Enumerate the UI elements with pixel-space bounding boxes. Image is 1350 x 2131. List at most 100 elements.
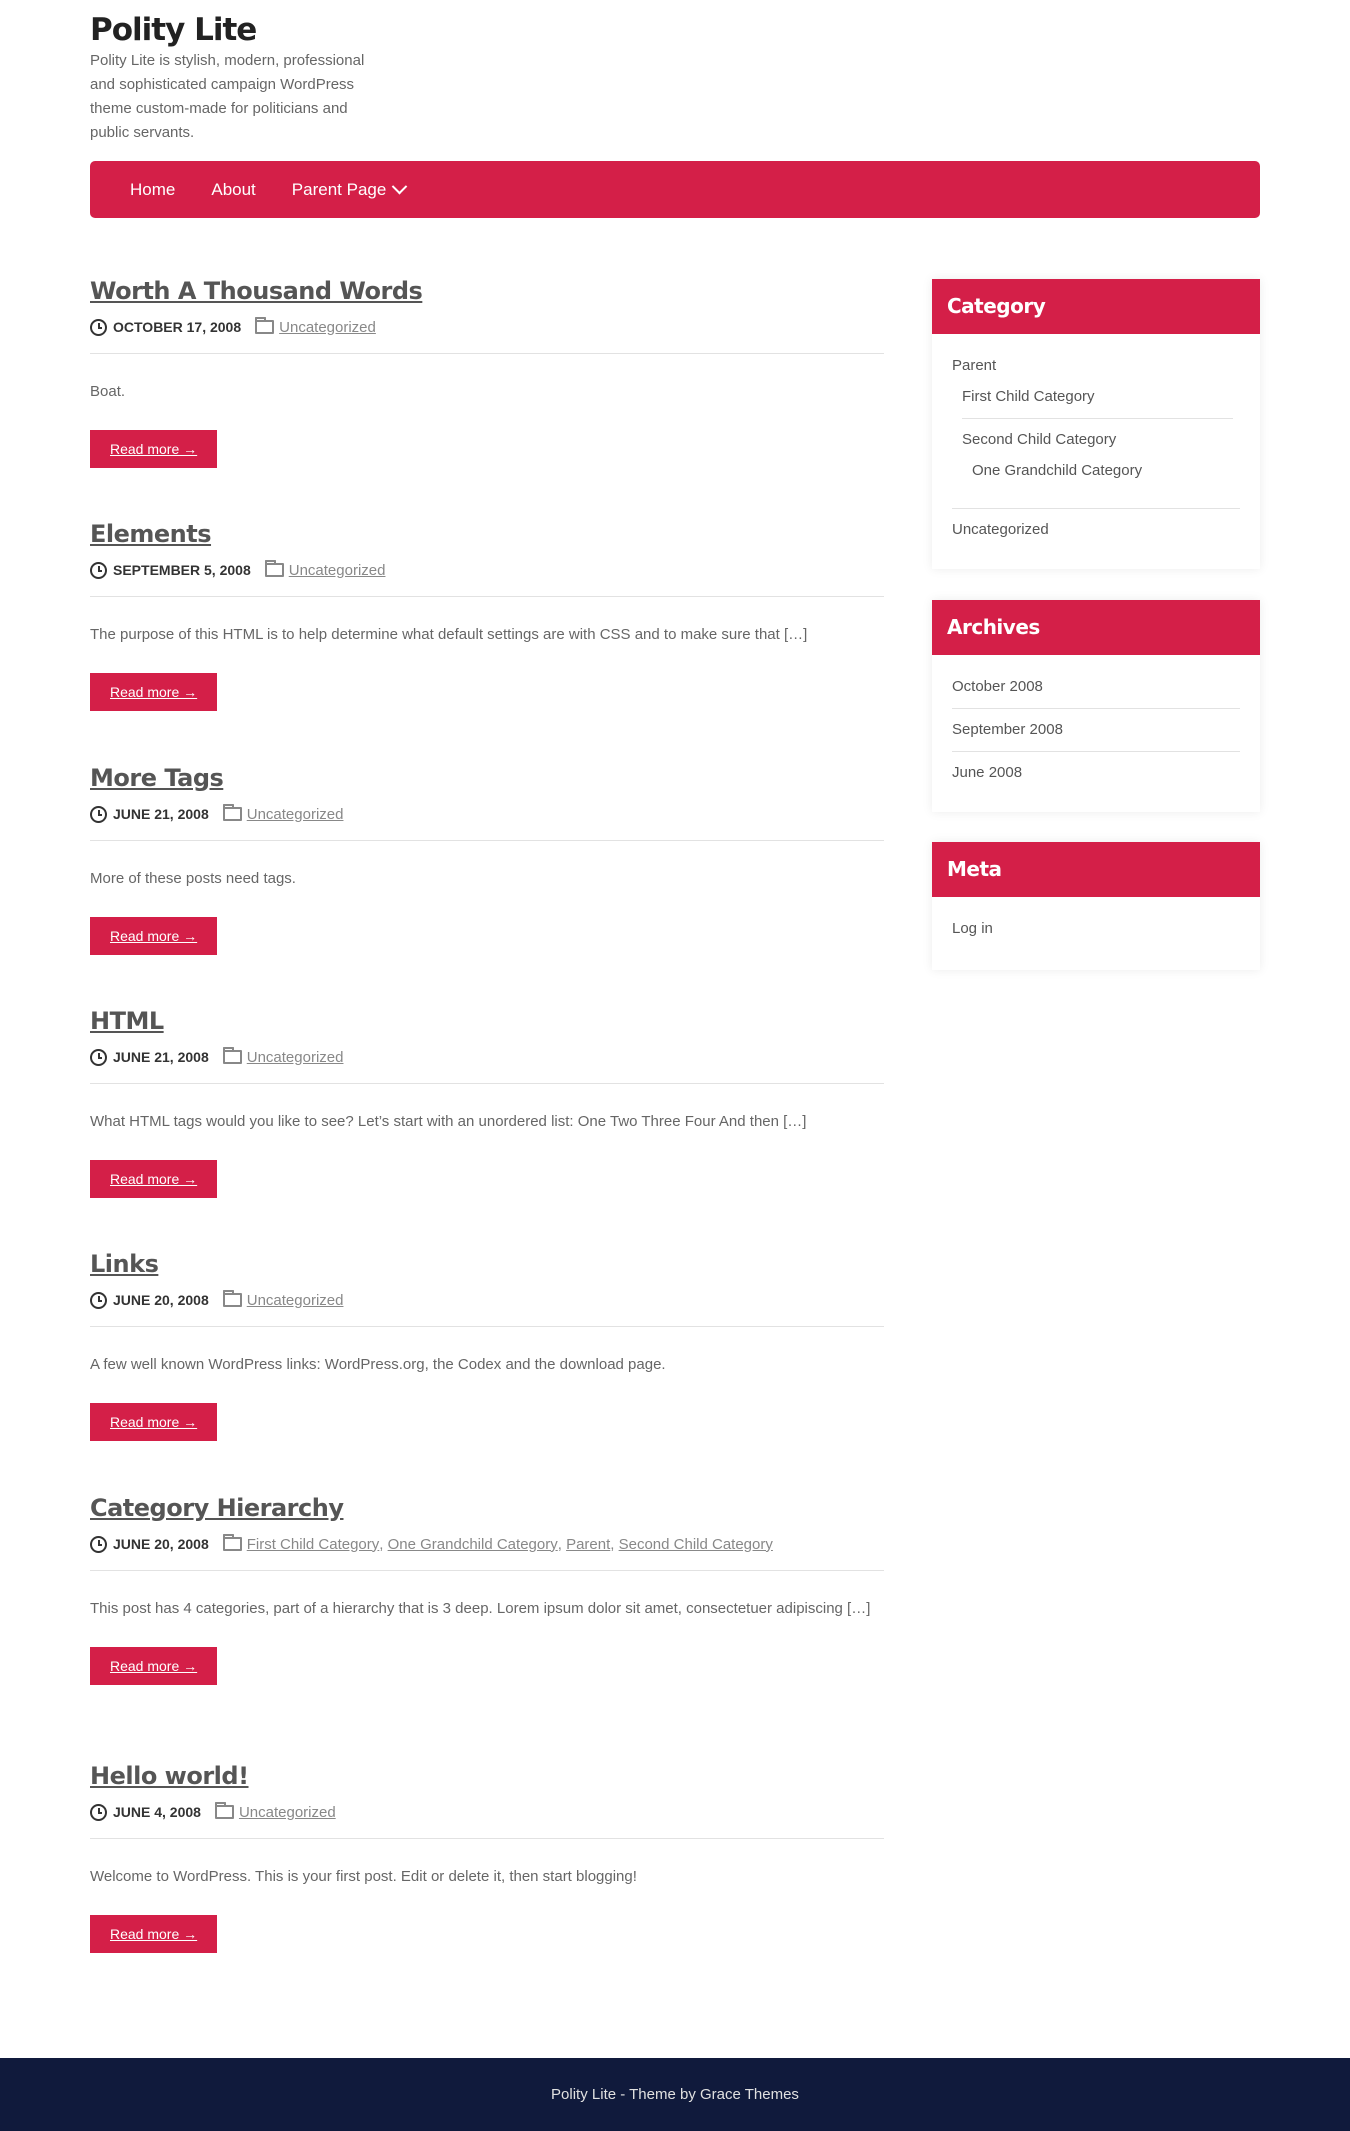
post-excerpt: A few well known WordPress links: WordPr… xyxy=(90,1356,666,1373)
post-date: JUNE 20, 2008 xyxy=(113,1292,209,1308)
read-more-button[interactable]: Read more → xyxy=(90,917,218,955)
category-link[interactable]: Uncategorized xyxy=(289,562,386,579)
post: Links JUNE 20, 2008 Uncategorized A few … xyxy=(90,1250,884,1441)
post: Hello world! JUNE 4, 2008 Uncategorized … xyxy=(90,1762,884,1953)
category-item-first-child[interactable]: First Child Category xyxy=(962,387,1240,407)
post-excerpt: What HTML tags would you like to see? Le… xyxy=(90,1113,807,1130)
category-link[interactable]: Uncategorized xyxy=(247,806,344,823)
read-more-button[interactable]: Read more → xyxy=(90,430,218,468)
post-excerpt: Welcome to WordPress. This is your first… xyxy=(90,1868,637,1885)
archive-item[interactable]: September 2008 xyxy=(952,720,1240,740)
login-link[interactable]: Log in xyxy=(952,919,1240,939)
nav-item-label: Parent Page xyxy=(291,180,387,199)
post-date: JUNE 20, 2008 xyxy=(113,1536,209,1552)
post-excerpt: This post has 4 categories, part of a hi… xyxy=(90,1600,871,1617)
post: Elements SEPTEMBER 5, 2008 Uncategorized… xyxy=(90,520,884,711)
nav-item-label: About xyxy=(211,180,256,199)
clock-icon xyxy=(90,1535,107,1553)
widget-title: Meta xyxy=(932,842,1260,897)
clock-icon xyxy=(90,805,107,823)
post-meta: JUNE 20, 2008 Uncategorized xyxy=(90,1290,884,1310)
category-link[interactable]: One Grandchild Category xyxy=(388,1536,558,1553)
divider xyxy=(90,1326,884,1327)
divider xyxy=(90,1083,884,1084)
category-item-grandchild[interactable]: One Grandchild Category xyxy=(962,461,1240,481)
folder-icon xyxy=(222,1290,242,1307)
divider xyxy=(90,596,884,597)
category-item-parent[interactable]: Parent xyxy=(952,356,1240,376)
folder-icon xyxy=(214,1802,234,1819)
archive-item[interactable]: June 2008 xyxy=(952,763,1240,783)
post: Category Hierarchy JUNE 20, 2008 First C… xyxy=(90,1494,884,1685)
post-date: SEPTEMBER 5, 2008 xyxy=(113,562,251,578)
category-link[interactable]: Uncategorized xyxy=(239,1804,336,1821)
clock-icon xyxy=(90,318,107,336)
post: More Tags JUNE 21, 2008 Uncategorized Mo… xyxy=(90,764,884,955)
category-item-second-child[interactable]: Second Child Category xyxy=(962,430,1240,450)
category-link[interactable]: Uncategorized xyxy=(279,319,376,336)
clock-icon xyxy=(90,561,107,579)
category-link[interactable]: First Child Category xyxy=(247,1536,380,1553)
post-title[interactable]: Category Hierarchy xyxy=(90,1494,344,1522)
widget-title: Archives xyxy=(932,600,1260,655)
post: HTML JUNE 21, 2008 Uncategorized What HT… xyxy=(90,1007,884,1198)
category-link[interactable]: Uncategorized xyxy=(247,1049,344,1066)
widget-title: Category xyxy=(932,279,1260,334)
category-link[interactable]: Second Child Category xyxy=(619,1536,773,1553)
post-date: JUNE 4, 2008 xyxy=(113,1804,201,1820)
read-more-button[interactable]: Read more → xyxy=(90,1160,218,1198)
site-description: Polity Lite is stylish, modern, professi… xyxy=(90,52,365,141)
read-more-button[interactable]: Read more → xyxy=(90,1647,218,1685)
divider xyxy=(952,751,1240,752)
divider xyxy=(90,1570,884,1571)
archives-widget: Archives October 2008 September 2008 Jun… xyxy=(932,600,1260,812)
folder-icon xyxy=(264,560,284,577)
folder-icon xyxy=(255,317,275,334)
divider xyxy=(90,840,884,841)
nav-item-label: Home xyxy=(130,180,176,199)
clock-icon xyxy=(90,1291,107,1309)
post-meta: JUNE 20, 2008 First Child Category, One … xyxy=(90,1534,884,1554)
site-footer: Polity Lite - Theme by Grace Themes xyxy=(0,2058,1350,2131)
nav-item-about[interactable]: About xyxy=(193,161,273,218)
divider xyxy=(90,1838,884,1839)
category-widget: Category Parent First Child Category Sec… xyxy=(932,279,1260,569)
nav-item-home[interactable]: Home xyxy=(112,161,193,218)
folder-icon xyxy=(222,804,242,821)
post-title[interactable]: Worth A Thousand Words xyxy=(90,277,423,305)
post-date: JUNE 21, 2008 xyxy=(113,806,209,822)
category-link[interactable]: Uncategorized xyxy=(247,1292,344,1309)
folder-icon xyxy=(222,1534,242,1551)
clock-icon xyxy=(90,1048,107,1066)
post-title[interactable]: HTML xyxy=(90,1007,164,1035)
nav-item-parent-page[interactable]: Parent Page xyxy=(274,161,424,218)
post-excerpt: The purpose of this HTML is to help dete… xyxy=(90,626,808,643)
category-item-uncategorized[interactable]: Uncategorized xyxy=(952,520,1240,540)
site-title[interactable]: Polity Lite xyxy=(90,12,257,48)
archive-item[interactable]: October 2008 xyxy=(952,677,1240,697)
read-more-button[interactable]: Read more → xyxy=(90,1403,218,1441)
post-title[interactable]: Elements xyxy=(90,520,212,548)
chevron-down-icon xyxy=(392,178,408,195)
divider xyxy=(952,508,1240,509)
divider xyxy=(90,353,884,354)
post: Worth A Thousand Words OCTOBER 17, 2008 … xyxy=(90,277,884,468)
meta-widget: Meta Log in xyxy=(932,842,1260,970)
category-link[interactable]: Parent xyxy=(566,1536,610,1553)
post-date: OCTOBER 17, 2008 xyxy=(113,319,242,335)
folder-icon xyxy=(222,1047,242,1064)
post-title[interactable]: Links xyxy=(90,1250,159,1278)
post-meta: JUNE 21, 2008 Uncategorized xyxy=(90,804,884,824)
read-more-button[interactable]: Read more → xyxy=(90,1915,218,1953)
main-nav: Home About Parent Page xyxy=(90,161,1260,218)
post-excerpt: More of these posts need tags. xyxy=(90,870,296,887)
post-title[interactable]: More Tags xyxy=(90,764,224,792)
footer-credit: Polity Lite - Theme by Grace Themes xyxy=(551,2086,799,2103)
post-meta: SEPTEMBER 5, 2008 Uncategorized xyxy=(90,560,884,580)
post-meta: JUNE 4, 2008 Uncategorized xyxy=(90,1802,884,1822)
read-more-button[interactable]: Read more → xyxy=(90,673,218,711)
post-date: JUNE 21, 2008 xyxy=(113,1049,209,1065)
post-meta: JUNE 21, 2008 Uncategorized xyxy=(90,1047,884,1067)
divider xyxy=(962,418,1233,419)
post-title[interactable]: Hello world! xyxy=(90,1762,249,1790)
